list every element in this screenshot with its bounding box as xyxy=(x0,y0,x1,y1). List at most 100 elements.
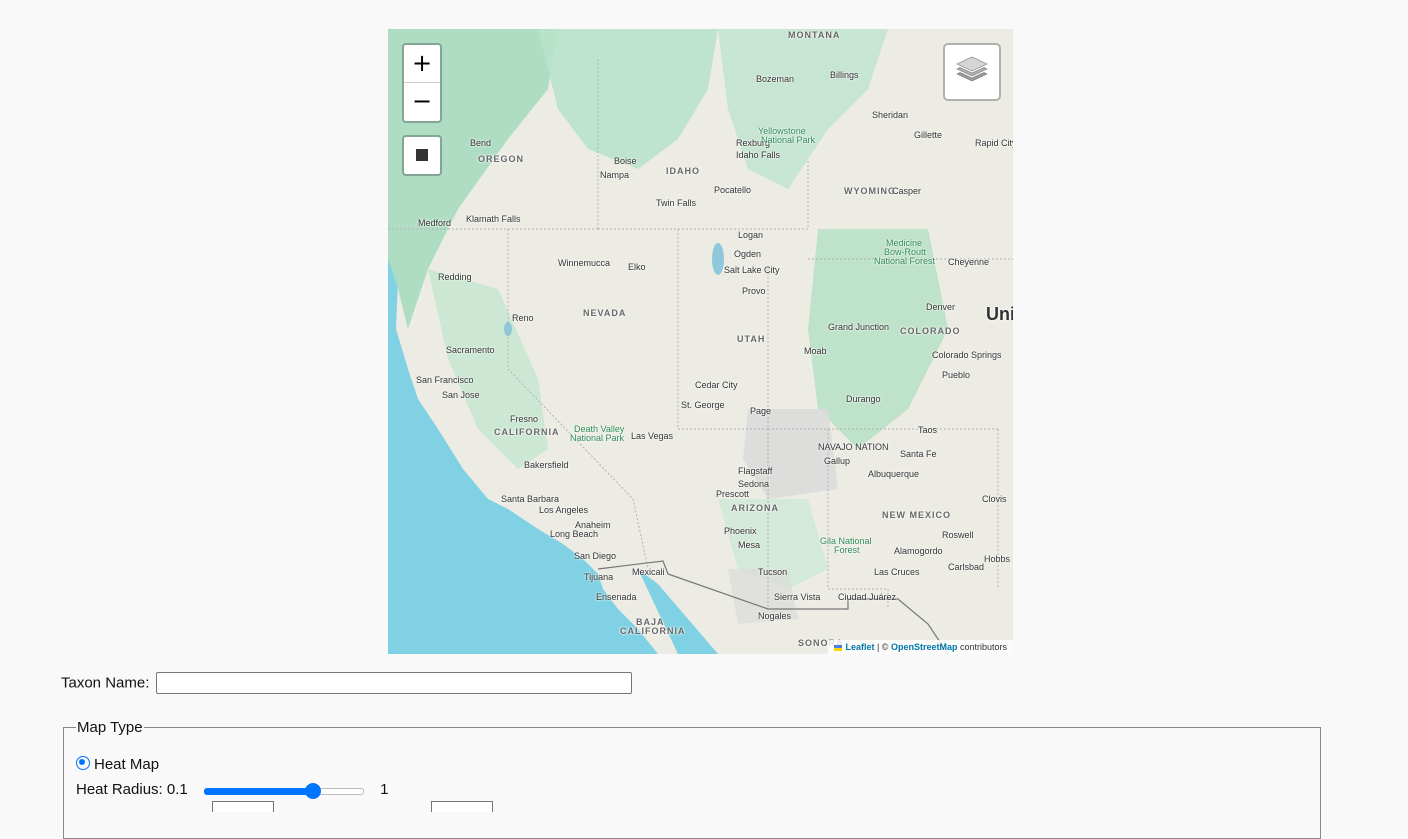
map-label-casper: Casper xyxy=(892,186,922,196)
slider-fill xyxy=(203,788,313,796)
map-type-fieldset: Map Type Heat Map Heat Radius: 0.1 1 xyxy=(63,719,1321,839)
map-label-st-george: St. George xyxy=(681,400,725,410)
map-label-winnemucca: Winnemucca xyxy=(558,258,611,268)
map-label-pueblo: Pueblo xyxy=(942,370,971,380)
map-label-carlsbad: Carlsbad xyxy=(948,562,985,572)
map-label-prescott: Prescott xyxy=(716,489,750,499)
leaflet-link[interactable]: Leaflet xyxy=(845,642,874,652)
map-label-san-diego: San Diego xyxy=(574,551,617,561)
map-label-twin-falls: Twin Falls xyxy=(656,198,697,208)
map-label-moab: Moab xyxy=(804,346,827,356)
map-label-cedar-city: Cedar City xyxy=(695,380,738,390)
map-attribution: Leaflet | © OpenStreetMap contributors xyxy=(828,640,1013,654)
map-label-colorado: COLORADO xyxy=(900,326,961,336)
map-label-san-jose: San Jose xyxy=(442,390,480,400)
slider-thumb[interactable] xyxy=(304,783,321,800)
map-label-ciudad-juarez: Ciudad Juárez xyxy=(838,592,897,602)
partial-input-2[interactable] xyxy=(431,801,493,812)
map-label-ogden: Ogden xyxy=(734,249,762,259)
map-label-sacramento: Sacramento xyxy=(446,345,495,355)
map-label-nampa: Nampa xyxy=(600,170,630,180)
zoom-control: + − xyxy=(402,43,442,123)
map-label-flagstaff: Flagstaff xyxy=(738,466,773,476)
map-label-las-cruces: Las Cruces xyxy=(874,567,920,577)
map-label-mesa: Mesa xyxy=(738,540,761,550)
map-label-gallup: Gallup xyxy=(824,456,851,466)
map-label-idaho-falls: Idaho Falls xyxy=(736,150,781,160)
map-label-page: Page xyxy=(750,406,772,416)
map-label-salt-lake-city: Salt Lake City xyxy=(724,265,780,275)
map-label-grand-junction: Grand Junction xyxy=(828,322,890,332)
map-label-bend: Bend xyxy=(470,138,492,148)
map-label-rapid-city: Rapid City xyxy=(975,138,1013,148)
attribution-separator: | © xyxy=(874,642,891,652)
map-label-gillette: Gillette xyxy=(914,130,943,140)
map-label-navajo-nation: NAVAJO NATION xyxy=(818,442,889,452)
heat-map-label: Heat Map xyxy=(94,756,160,773)
map-label-billings: Billings xyxy=(830,70,859,80)
taxon-name-label: Taxon Name: xyxy=(61,674,150,692)
zoom-in-button[interactable]: + xyxy=(404,45,440,83)
map-label-nogales: Nogales xyxy=(758,611,792,621)
map-label-logan: Logan xyxy=(738,230,764,240)
map-label-cheyenne: Cheyenne xyxy=(948,257,990,267)
attribution-suffix: contributors xyxy=(957,642,1007,652)
map-label-oregon: OREGON xyxy=(478,154,525,164)
map-label-uni: Uni xyxy=(986,304,1013,324)
taxon-name-input[interactable] xyxy=(155,672,632,694)
map-label-baja-2: CALIFORNIA xyxy=(620,626,686,636)
map-label-bozeman: Bozeman xyxy=(756,74,795,84)
heat-map-radio[interactable] xyxy=(76,756,90,770)
layers-control-button[interactable] xyxy=(943,43,1001,101)
draw-rectangle-button[interactable] xyxy=(402,135,442,176)
map-container[interactable]: MONTANA IDAHO OREGON WYOMING NEVADA UTAH… xyxy=(388,29,1013,654)
map-label-klamath-falls: Klamath Falls xyxy=(466,214,521,224)
map-label-arizona: ARIZONA xyxy=(731,503,779,513)
map-label-redding: Redding xyxy=(438,272,472,282)
layers-icon xyxy=(956,56,988,82)
map-label-durango: Durango xyxy=(846,394,881,404)
map-label-idaho: IDAHO xyxy=(666,166,700,176)
map-label-roswell: Roswell xyxy=(942,530,974,540)
taxon-name-row: Taxon Name: xyxy=(61,672,632,694)
map-label-sierra-vista: Sierra Vista xyxy=(774,592,821,602)
map-label-medicine-bow-3: National Forest xyxy=(874,256,936,266)
map-label-elko: Elko xyxy=(628,262,646,272)
map-label-yellowstone-2: National Park xyxy=(761,135,816,145)
heat-radius-max: 1 xyxy=(380,781,389,798)
map-label-sedona: Sedona xyxy=(738,479,770,489)
map-label-los-angeles: Los Angeles xyxy=(539,505,589,515)
heat-radius-row: Heat Radius: 0.1 1 xyxy=(76,781,389,800)
map-label-death-valley-2: National Park xyxy=(570,433,625,443)
map-label-hobbs: Hobbs xyxy=(984,554,1011,564)
map-label-denver: Denver xyxy=(926,302,956,312)
map-label-utah: UTAH xyxy=(737,334,766,344)
map-label-tijuana: Tijuana xyxy=(584,572,614,582)
map-label-reno: Reno xyxy=(512,313,534,323)
ukraine-flag-icon xyxy=(834,644,843,651)
map-label-boise: Boise xyxy=(614,156,637,166)
map-label-santa-barbara: Santa Barbara xyxy=(501,494,560,504)
map-label-nevada: NEVADA xyxy=(583,308,627,318)
map-label-long-beach: Long Beach xyxy=(550,529,599,539)
map-label-wyoming: WYOMING xyxy=(844,186,896,196)
heat-radius-label: Heat Radius: 0.1 xyxy=(76,781,188,798)
heat-map-option[interactable]: Heat Map xyxy=(76,756,159,773)
map-label-phoenix: Phoenix xyxy=(724,526,757,536)
map-label-clovis: Clovis xyxy=(982,494,1007,504)
zoom-out-button[interactable]: − xyxy=(404,83,440,120)
partial-input-1[interactable] xyxy=(212,801,274,812)
openstreetmap-link[interactable]: OpenStreetMap xyxy=(891,642,958,652)
map-label-new-mexico: NEW MEXICO xyxy=(882,510,952,520)
map-label-ensenada: Ensenada xyxy=(596,592,637,602)
map-label-fresno: Fresno xyxy=(510,414,539,424)
map-label-tucson: Tucson xyxy=(758,567,788,577)
map-label-montana: MONTANA xyxy=(788,30,841,40)
map-tiles[interactable] xyxy=(388,29,1013,654)
map-label-alamogordo: Alamogordo xyxy=(894,546,943,556)
map-label-taos: Taos xyxy=(918,425,938,435)
map-label-san-francisco: San Francisco xyxy=(416,375,474,385)
heat-radius-slider[interactable] xyxy=(203,782,364,800)
map-label-bakersfield: Bakersfield xyxy=(524,460,569,470)
map-label-california: CALIFORNIA xyxy=(494,427,560,437)
